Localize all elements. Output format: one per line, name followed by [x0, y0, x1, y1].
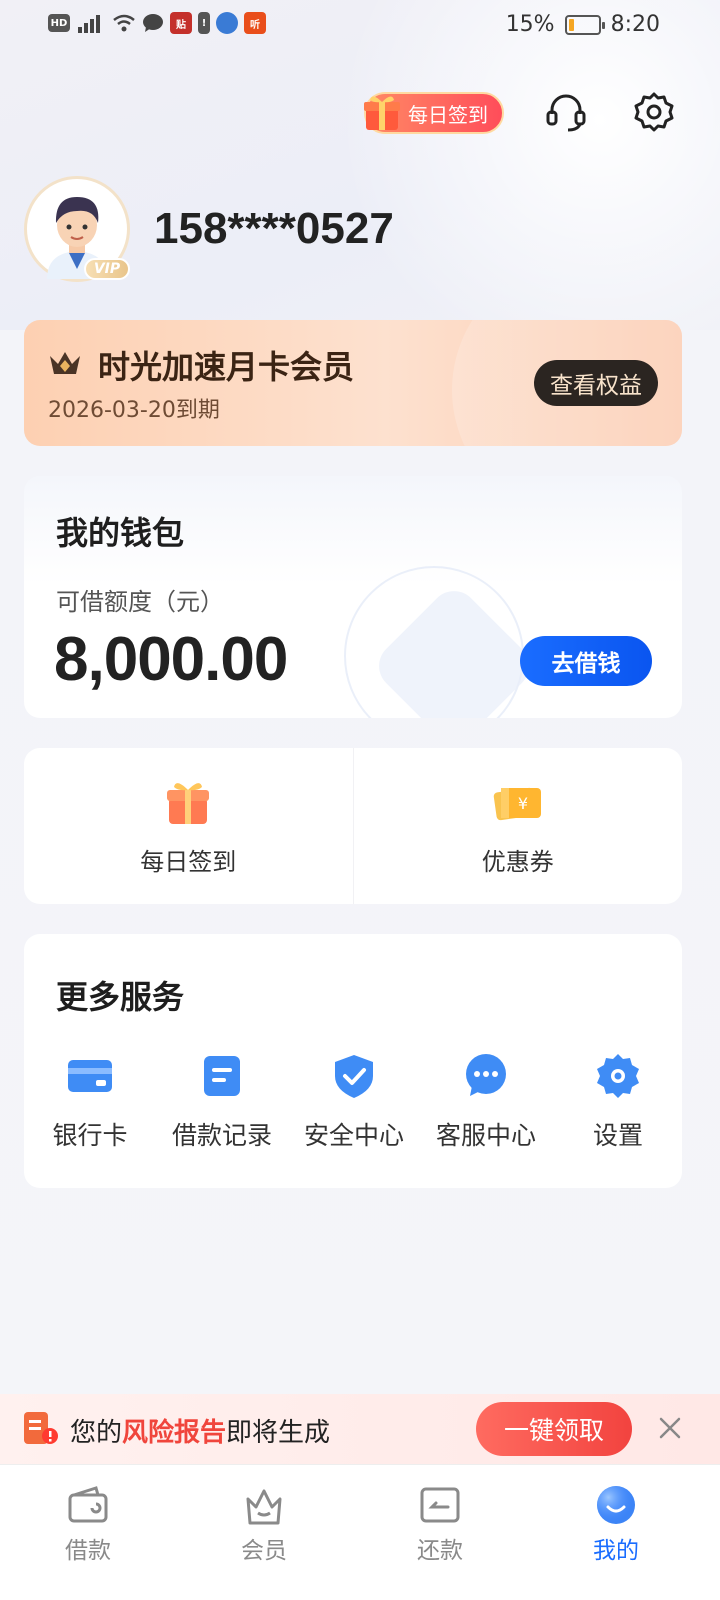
- view-rights-button[interactable]: 查看权益: [534, 360, 658, 406]
- wallet-title: 我的钱包: [56, 514, 185, 552]
- battery-level-fill: [568, 18, 574, 31]
- gift-icon: [167, 783, 210, 824]
- service-label: 客服中心: [435, 1121, 536, 1150]
- message-icon: [143, 14, 163, 32]
- membership-title: 时光加速月卡会员: [98, 348, 355, 386]
- risk-text-suffix: 即将生成: [226, 1418, 331, 1448]
- customer-service-icon[interactable]: [544, 90, 588, 134]
- settings-gear-icon[interactable]: [632, 90, 676, 134]
- vip-badge: VIP: [84, 258, 130, 280]
- services-title: 更多服务: [56, 978, 185, 1016]
- status-notification-icons: HD 贴 ! 听: [48, 12, 266, 34]
- svg-text:¥: ¥: [518, 794, 528, 813]
- quick-action-coupon[interactable]: ¥ 优惠券: [352, 748, 683, 904]
- credit-limit-label: 可借额度（元）: [56, 588, 224, 616]
- credit-limit-amount: 8,000.00: [54, 625, 288, 694]
- service-label: 借款记录: [171, 1121, 272, 1150]
- user-phone: 158****0527: [154, 204, 394, 253]
- crown-basket-icon: [246, 1489, 282, 1525]
- borrow-button[interactable]: 去借钱: [520, 636, 652, 686]
- listen-app-icon: 听: [244, 12, 266, 34]
- daily-checkin-button[interactable]: 每日签到: [364, 92, 504, 134]
- service-loan-record[interactable]: 借款记录: [156, 1052, 288, 1152]
- app-icon: [216, 12, 238, 34]
- quick-actions: 每日签到 ¥ 优惠券: [24, 748, 682, 904]
- risk-report-banner[interactable]: 您的风险报告即将生成 一键领取: [0, 1394, 720, 1464]
- one-click-claim-button[interactable]: 一键领取: [476, 1402, 632, 1456]
- gift-icon: [364, 96, 400, 130]
- bottom-tab-bar: 借款 会员 还款 我的: [0, 1464, 720, 1600]
- risk-text-prefix: 您的: [70, 1418, 123, 1448]
- status-bar: HD 贴 ! 听 15% 8:20: [0, 0, 720, 50]
- risk-text-highlight: 风险报告: [122, 1418, 227, 1448]
- clock: 8:20: [610, 12, 660, 37]
- report-icon: [24, 1412, 58, 1444]
- tab-repay[interactable]: 还款: [380, 1483, 500, 1565]
- service-security-center[interactable]: 安全中心: [288, 1052, 420, 1152]
- battery-percent: 15%: [505, 12, 555, 37]
- loan-record-icon: [204, 1056, 240, 1096]
- quick-action-daily-checkin[interactable]: 每日签到: [24, 748, 353, 904]
- service-customer-center[interactable]: 客服中心: [420, 1052, 552, 1152]
- hd-icon: HD: [48, 14, 70, 32]
- alert-icon: !: [198, 12, 210, 34]
- tab-mine[interactable]: 我的: [556, 1483, 676, 1565]
- security-shield-icon: [335, 1055, 373, 1098]
- wallet-card: 我的钱包 可借额度（元） 8,000.00 去借钱: [24, 476, 682, 718]
- daily-checkin-label: 每日签到: [408, 102, 488, 127]
- close-icon[interactable]: [656, 1414, 684, 1442]
- more-services-card: 更多服务 银行卡 借款记录 安全中心 客服中心 设置: [24, 934, 682, 1188]
- battery-icon: [564, 14, 605, 35]
- service-label: 安全中心: [303, 1121, 404, 1150]
- wallet-icon: [68, 1486, 108, 1523]
- tab-label: 借款: [65, 1538, 111, 1564]
- wifi-icon: [113, 14, 135, 32]
- coupon-icon: ¥: [493, 787, 541, 821]
- tab-label: 还款: [417, 1538, 463, 1564]
- service-settings[interactable]: 设置: [552, 1052, 684, 1152]
- quick-action-label: 每日签到: [140, 848, 237, 876]
- repay-card-icon: [420, 1487, 460, 1523]
- tab-label: 会员: [241, 1538, 287, 1564]
- crown-icon: [50, 352, 80, 374]
- tab-label: 我的: [593, 1538, 639, 1564]
- tieba-app-icon: 贴: [170, 12, 192, 34]
- service-label: 设置: [592, 1121, 643, 1150]
- service-bank-card[interactable]: 银行卡: [24, 1052, 156, 1152]
- profile-bubble-icon: [597, 1486, 635, 1524]
- service-label: 银行卡: [52, 1121, 128, 1150]
- status-right: 15% 8:20: [506, 12, 660, 37]
- tab-member[interactable]: 会员: [204, 1483, 324, 1565]
- tab-borrow[interactable]: 借款: [28, 1483, 148, 1565]
- membership-expiry: 2026-03-20到期: [48, 398, 220, 423]
- risk-report-text: 您的风险报告即将生成: [70, 1412, 330, 1449]
- quick-action-label: 优惠券: [481, 848, 554, 876]
- membership-card[interactable]: 时光加速月卡会员 2026-03-20到期 查看权益: [24, 320, 682, 446]
- bank-card-icon: [68, 1060, 112, 1092]
- chat-bubble-icon: [466, 1054, 506, 1096]
- signal-icon: [78, 15, 100, 33]
- settings-gear-icon: [597, 1054, 639, 1098]
